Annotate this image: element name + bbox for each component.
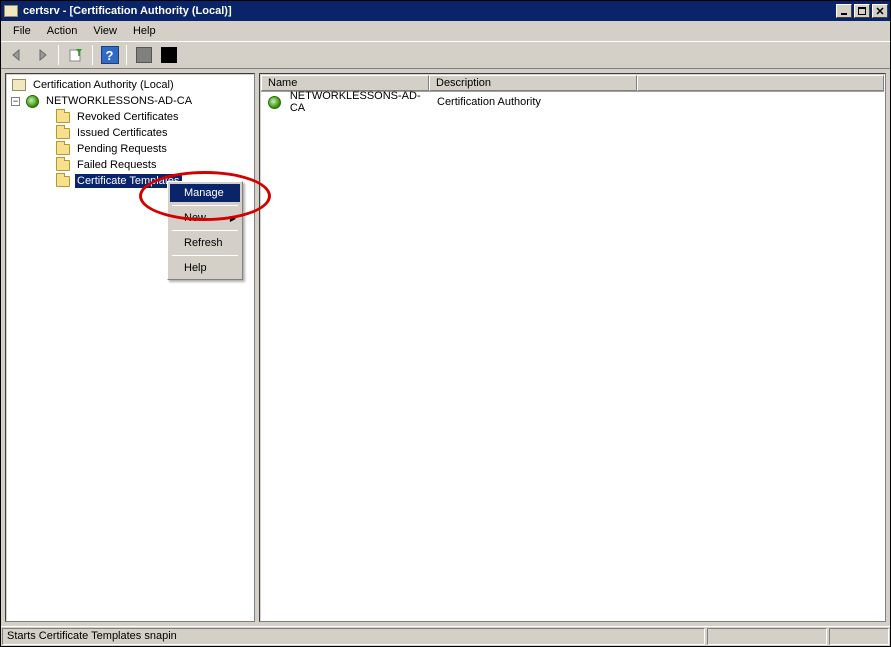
submenu-arrow-icon: ▶ (230, 214, 236, 223)
list-row[interactable]: NETWORKLESSONS-AD-CA Certification Autho… (261, 94, 884, 110)
window-title: certsrv - [Certification Authority (Loca… (23, 5, 836, 17)
ca-root-icon (11, 78, 27, 92)
menu-file[interactable]: File (5, 23, 39, 39)
tree-item-failed[interactable]: Failed Requests (7, 157, 253, 173)
export-list-button[interactable] (64, 44, 87, 66)
tree-root-label: Certification Authority (Local) (31, 78, 176, 92)
ctx-separator (172, 205, 238, 206)
menu-view[interactable]: View (85, 23, 125, 39)
menubar: File Action View Help (1, 21, 890, 41)
list-cell-name: NETWORKLESSONS-AD-CA (290, 90, 425, 114)
col-spacer[interactable] (637, 75, 884, 91)
tree[interactable]: Certification Authority (Local) − NETWOR… (7, 75, 253, 191)
tree-item-label: Issued Certificates (75, 126, 169, 140)
ctx-refresh-label: Refresh (184, 237, 223, 249)
grey-square-icon (136, 47, 152, 63)
tree-item-label: Revoked Certificates (75, 110, 181, 124)
app-icon (3, 3, 19, 19)
ctx-separator (172, 255, 238, 256)
minimize-button[interactable] (836, 4, 852, 18)
help-button[interactable]: ? (98, 44, 121, 66)
start-service-button[interactable] (157, 44, 180, 66)
folder-icon (55, 110, 71, 124)
ctx-help-label: Help (184, 262, 207, 274)
tree-root-node[interactable]: Certification Authority (Local) (7, 77, 253, 93)
toolbar-separator (126, 45, 127, 65)
folder-icon (55, 142, 71, 156)
folder-icon (55, 126, 71, 140)
close-button[interactable] (872, 4, 888, 18)
client-area: Certification Authority (Local) − NETWOR… (1, 69, 890, 626)
col-description[interactable]: Description (429, 75, 637, 91)
tree-pane: Certification Authority (Local) − NETWOR… (5, 73, 255, 622)
tree-ca-label: NETWORKLESSONS-AD-CA (44, 94, 194, 108)
maximize-button[interactable] (854, 4, 870, 18)
ctx-separator (172, 230, 238, 231)
statusbar: Starts Certificate Templates snapin (1, 626, 890, 646)
help-icon: ? (101, 46, 119, 64)
context-menu: Manage New ▶ Refresh Help (167, 181, 243, 280)
tree-item-label: Certificate Templates (75, 174, 182, 188)
ctx-new-label: New (184, 212, 206, 224)
ctx-new[interactable]: New ▶ (170, 209, 240, 227)
folder-icon (55, 158, 71, 172)
collapse-icon[interactable]: − (11, 97, 20, 106)
toolbar-separator (92, 45, 93, 65)
tree-ca-node[interactable]: − NETWORKLESSONS-AD-CA (7, 93, 253, 109)
list-pane: Name Description NETWORKLESSONS-AD-CA Ce… (259, 73, 886, 622)
black-square-icon (161, 47, 177, 63)
menu-action[interactable]: Action (39, 23, 86, 39)
window-controls (836, 4, 888, 18)
toolbar-separator (58, 45, 59, 65)
list-body: NETWORKLESSONS-AD-CA Certification Autho… (261, 92, 884, 112)
app-window: certsrv - [Certification Authority (Loca… (0, 0, 891, 647)
status-pane-2 (707, 628, 827, 645)
tree-item-revoked[interactable]: Revoked Certificates (7, 109, 253, 125)
back-button[interactable] (5, 44, 28, 66)
ca-icon (267, 95, 282, 109)
tree-item-label: Pending Requests (75, 142, 169, 156)
ctx-refresh[interactable]: Refresh (170, 234, 240, 252)
tree-item-label: Failed Requests (75, 158, 159, 172)
ctx-manage[interactable]: Manage (170, 184, 240, 202)
folder-icon (55, 174, 71, 188)
ctx-manage-label: Manage (184, 187, 224, 199)
status-pane-3 (829, 628, 889, 645)
titlebar: certsrv - [Certification Authority (Loca… (1, 1, 890, 21)
stop-service-button[interactable] (132, 44, 155, 66)
menu-help[interactable]: Help (125, 23, 164, 39)
status-text: Starts Certificate Templates snapin (2, 628, 705, 645)
col-name[interactable]: Name (261, 75, 429, 91)
tree-item-issued[interactable]: Issued Certificates (7, 125, 253, 141)
list-cell-description: Certification Authority (437, 96, 541, 108)
ca-icon (24, 94, 40, 108)
ctx-help[interactable]: Help (170, 259, 240, 277)
forward-button[interactable] (30, 44, 53, 66)
toolbar: ? (1, 41, 890, 69)
tree-item-pending[interactable]: Pending Requests (7, 141, 253, 157)
